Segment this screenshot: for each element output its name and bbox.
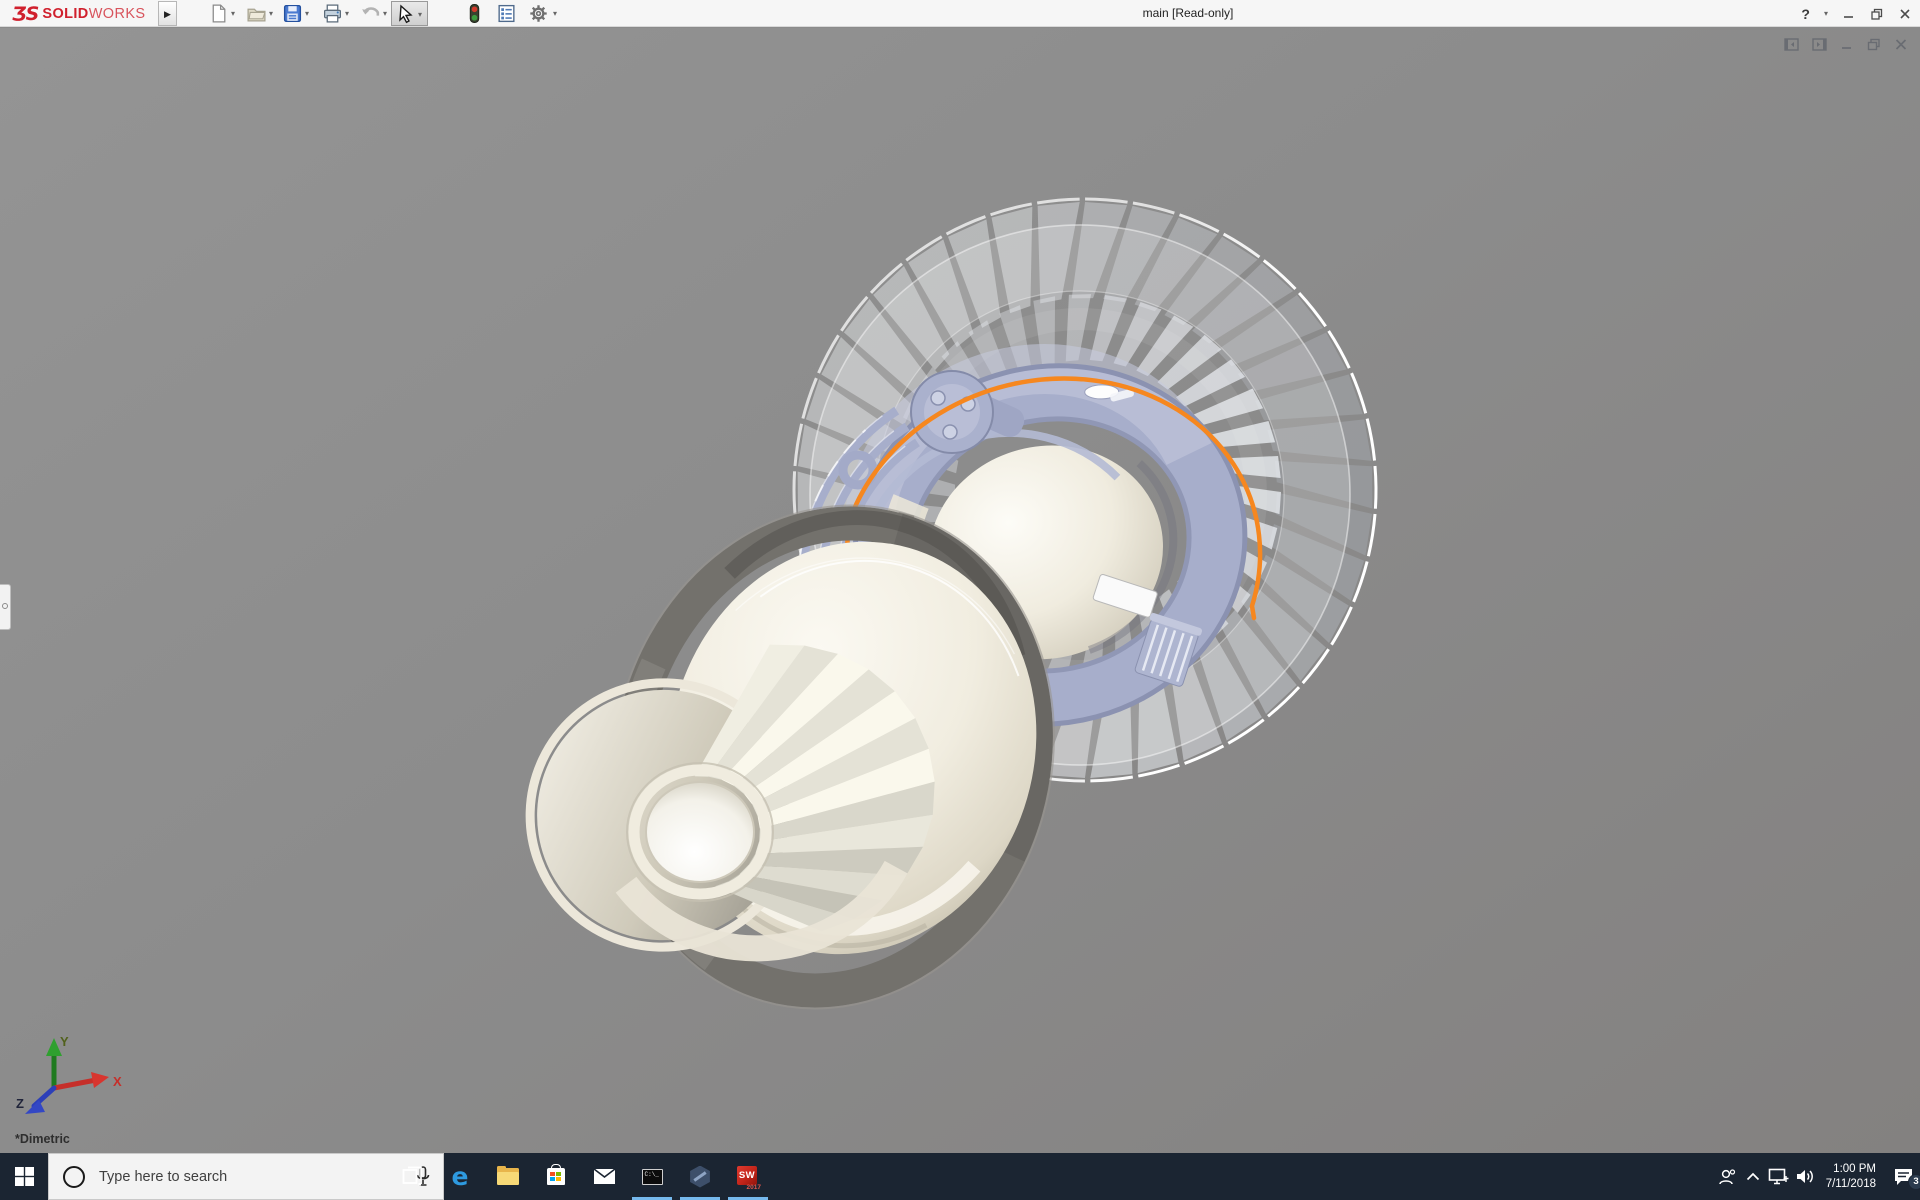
taskbar-edge-button[interactable]: e [436,1153,484,1200]
clock-time: 1:00 PM [1833,1162,1876,1175]
new-dropdown-icon[interactable]: ▾ [231,9,235,18]
triad-z-label: Z [16,1096,24,1111]
doc-minimize-icon[interactable] [1840,38,1854,51]
windows-taskbar: Type here to search e C:\_ SW 2017 1:00 … [0,1153,1920,1200]
clock-date: 7/11/2018 [1825,1177,1876,1190]
toolbar-flyout-button[interactable]: ▶ [158,1,177,26]
doc-restore-icon[interactable] [1867,38,1881,51]
minimize-button[interactable] [1842,7,1856,21]
search-placeholder: Type here to search [99,1168,228,1185]
taskbar-mail-button[interactable] [580,1153,628,1200]
new-document-button[interactable] [208,3,229,24]
options-gear-button[interactable] [528,3,549,24]
file-explorer-icon [497,1166,519,1185]
taskbar-edrawings-button[interactable] [676,1153,724,1200]
solidworks-2017-icon: SW 2017 [737,1165,761,1191]
print-dropdown-icon[interactable]: ▾ [345,9,349,18]
undo-dropdown-icon[interactable]: ▾ [383,9,387,18]
next-pane-icon[interactable] [1812,38,1827,51]
task-view-button[interactable] [388,1153,436,1200]
save-dropdown-icon[interactable]: ▾ [305,9,309,18]
help-button[interactable]: ? [1801,6,1810,22]
feature-manager-collapsed-tab[interactable] [0,584,11,630]
select-tool-button[interactable]: ▾ [391,1,428,26]
taskbar-solidworks-button[interactable]: SW 2017 [724,1153,772,1200]
solidworks-logo: ƷS SOLID WORKS [12,2,145,26]
reference-triad: Y X Z [16,1034,122,1114]
title-bar: ƷS SOLID WORKS ▶ ▾ ▾ ▾ ▾ ▾ ▾ ▾ main [Read… [0,0,1920,27]
splitter-dot-icon [2,603,8,609]
action-center-button[interactable]: 3 [1886,1167,1920,1190]
options-dropdown-icon[interactable]: ▾ [553,9,557,18]
triad-y-label: Y [60,1034,69,1049]
cursor-icon [399,4,413,24]
brand-name-light: WORKS [88,6,146,22]
clock[interactable]: 1:00 PM 7/11/2018 [1826,1162,1876,1192]
help-dropdown-icon[interactable]: ▾ [1824,9,1828,18]
system-tray: 1:00 PM 7/11/2018 3 [1714,1153,1920,1200]
hidden-icons-chevron[interactable] [1740,1172,1766,1181]
previous-pane-icon[interactable] [1784,38,1799,51]
open-document-button[interactable] [246,3,267,24]
windows-logo-icon [14,1167,34,1186]
command-prompt-icon: C:\_ [641,1168,663,1185]
print-document-button[interactable] [322,3,343,24]
window-title: main [Read-only] [1142,6,1234,20]
save-document-button[interactable] [282,3,303,24]
edrawings-hexagon-icon [690,1165,710,1188]
restore-button[interactable] [1870,7,1884,21]
doc-close-icon[interactable] [1894,38,1908,51]
file-properties-button[interactable] [496,3,517,24]
edge-icon: e [451,1161,469,1191]
network-icon[interactable] [1766,1168,1792,1185]
notification-badge: 3 [1908,1174,1920,1190]
solidworks-logo-mark-icon: ƷS [12,3,39,25]
view-orientation-label: *Dimetric [15,1132,70,1146]
taskbar-command-prompt-button[interactable]: C:\_ [628,1153,676,1200]
taskbar-file-explorer-button[interactable] [484,1153,532,1200]
mail-icon [593,1168,615,1184]
people-button[interactable] [1714,1168,1740,1186]
volume-icon[interactable] [1792,1168,1818,1185]
graphics-viewport[interactable]: Y X Z *Dimetric [0,28,1920,1153]
close-button[interactable] [1898,7,1912,21]
taskbar-store-button[interactable] [532,1153,580,1200]
triad-x-label: X [113,1074,122,1089]
open-dropdown-icon[interactable]: ▾ [269,9,273,18]
brand-name-bold: SOLID [42,6,89,22]
engine-model[interactable] [0,28,1920,1153]
document-window-controls [1784,38,1908,51]
cortana-icon [63,1165,85,1188]
taskbar-search-input[interactable]: Type here to search [48,1153,444,1200]
store-icon [547,1164,565,1185]
rebuild-traffic-light-button[interactable] [464,3,485,24]
start-button[interactable] [0,1153,48,1200]
select-dropdown-icon[interactable]: ▾ [418,10,422,19]
undo-button[interactable] [360,3,381,24]
